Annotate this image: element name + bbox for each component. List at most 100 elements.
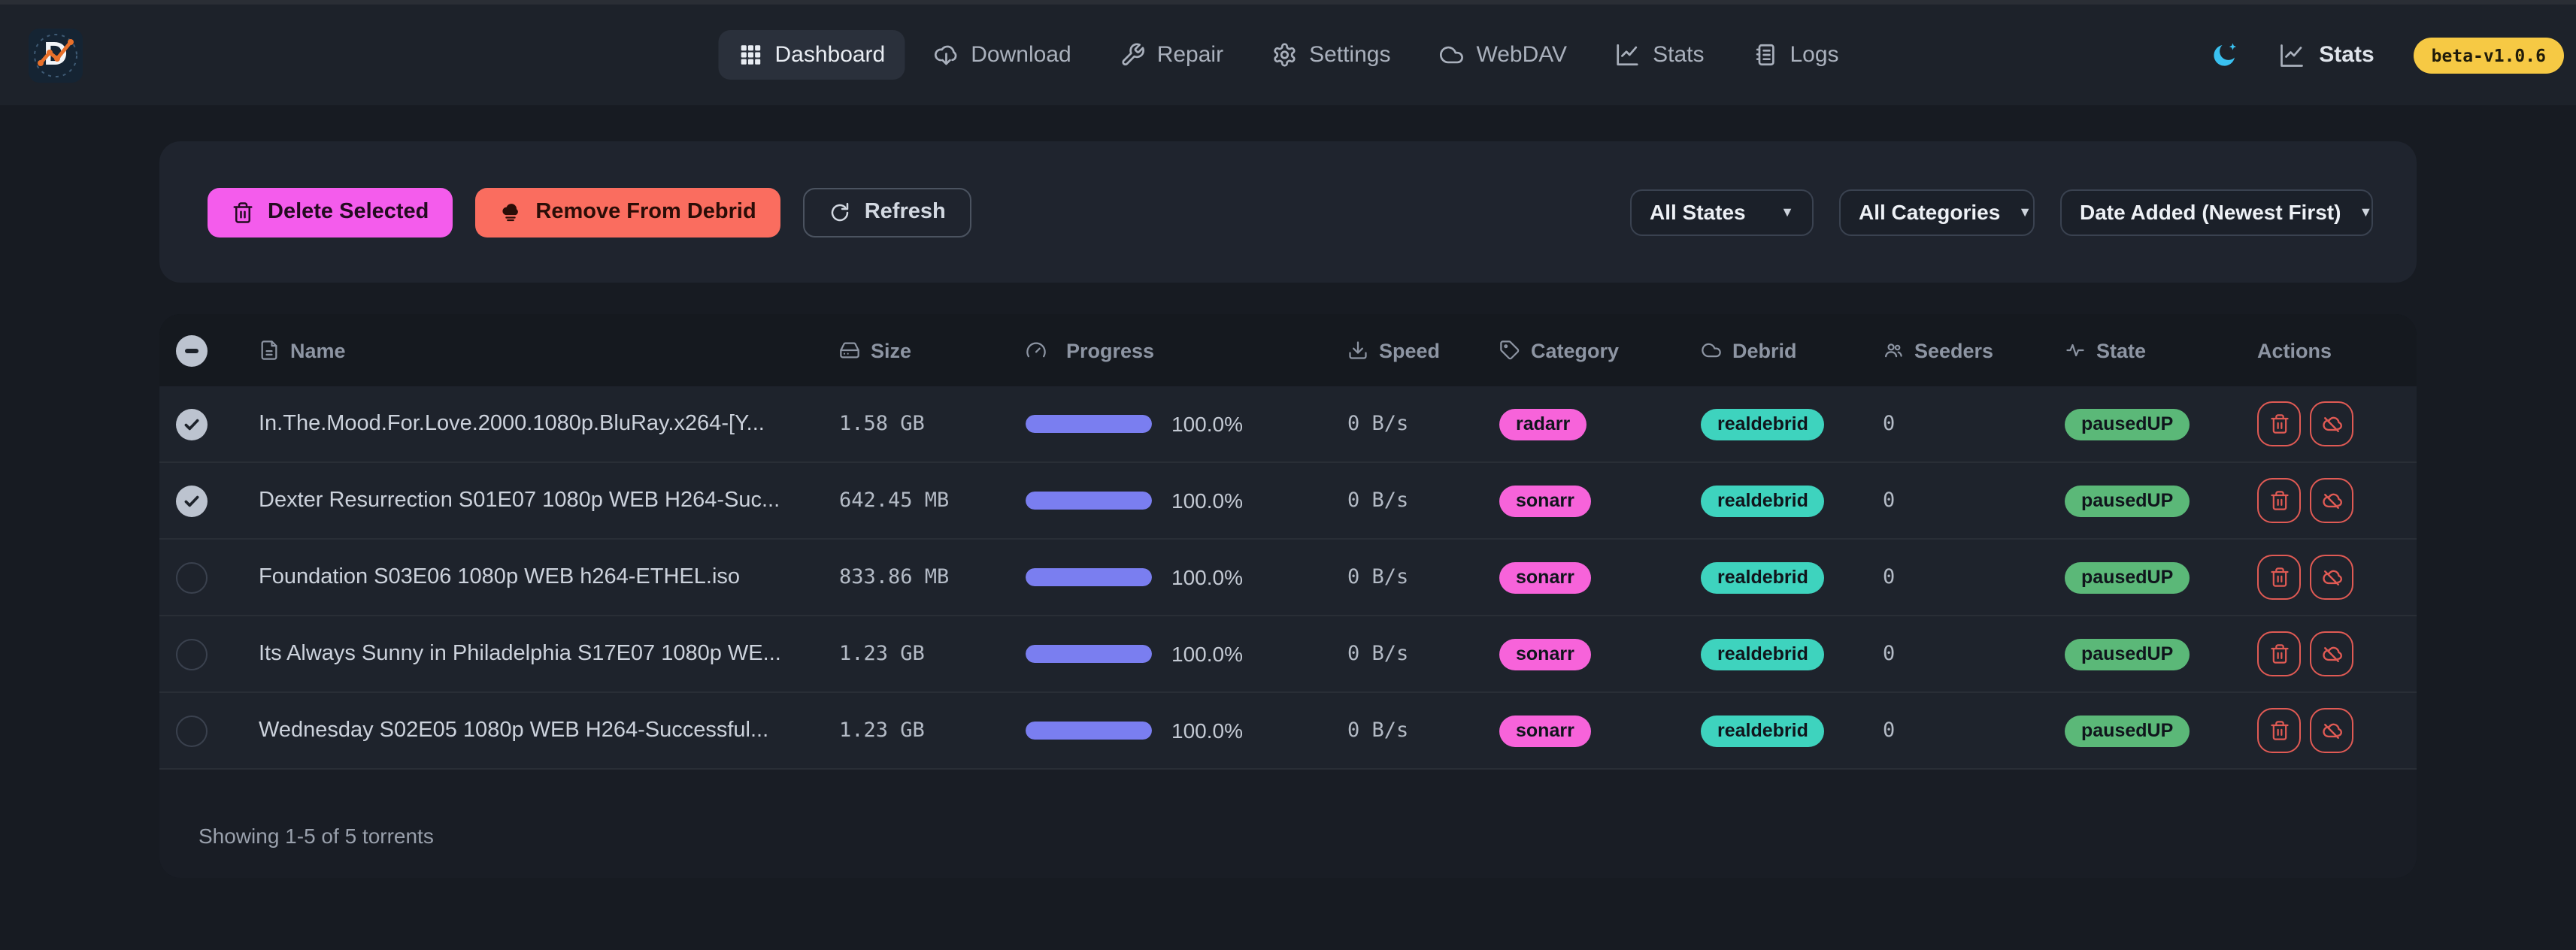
torrent-seeders: 0 <box>1866 412 2047 436</box>
torrent-size: 1.23 GB <box>821 719 1002 743</box>
progress-percent: 100.0% <box>1171 642 1243 666</box>
column-header-debrid: Debrid <box>1678 339 1866 362</box>
nav-item-label: Dashboard <box>774 42 885 68</box>
chevron-down-icon: ▼ <box>2359 204 2372 219</box>
delete-selected-button[interactable]: Delete Selected <box>208 187 453 237</box>
progress-percent: 100.0% <box>1171 565 1243 589</box>
state-filter-select[interactable]: All States ▼ <box>1630 189 1814 235</box>
line-chart-icon <box>1615 42 1641 68</box>
table-row: Dexter Resurrection S01E07 1080p WEB H26… <box>159 463 2417 540</box>
nav-item-download[interactable]: Download <box>914 30 1090 80</box>
trash-icon <box>232 201 254 223</box>
nav-item-dashboard[interactable]: Dashboard <box>717 30 905 80</box>
delete-torrent-button[interactable] <box>2257 555 2301 600</box>
trash-icon <box>2268 413 2290 434</box>
column-header-category: Category <box>1483 339 1678 362</box>
app-header: D Dashboard Download <box>0 5 2576 105</box>
remove-from-debrid-row-button[interactable] <box>2310 555 2353 600</box>
table-footer: Showing 1-5 of 5 torrents <box>159 770 2417 878</box>
nav-item-label: Repair <box>1157 42 1223 68</box>
nav-item-label: Logs <box>1790 42 1838 68</box>
torrent-progress: 100.0% <box>1002 642 1317 666</box>
gauge-icon <box>1026 340 1047 361</box>
remove-from-debrid-button[interactable]: Remove From Debrid <box>475 187 780 237</box>
cloud-icon <box>1438 42 1464 68</box>
torrent-size: 1.23 GB <box>821 642 1002 666</box>
nav-item-webdav[interactable]: WebDAV <box>1419 30 1587 80</box>
header-right: Stats beta-v1.0.6 <box>2211 37 2564 73</box>
nav-item-settings[interactable]: Settings <box>1252 30 1410 80</box>
delete-torrent-button[interactable] <box>2257 401 2301 446</box>
delete-torrent-button[interactable] <box>2257 631 2301 676</box>
column-header-name: Name <box>232 339 821 362</box>
torrent-name: Wednesday S02E05 1080p WEB H264-Successf… <box>259 719 768 743</box>
row-checkbox[interactable] <box>176 408 208 440</box>
main-nav: Dashboard Download Repair Settings <box>717 30 1858 80</box>
remove-from-debrid-row-button[interactable] <box>2310 631 2353 676</box>
header-stats-link[interactable]: Stats <box>2278 41 2374 68</box>
table-row: Foundation S03E06 1080p WEB h264-ETHEL.i… <box>159 540 2417 616</box>
row-checkbox[interactable] <box>176 638 208 670</box>
nav-item-label: WebDAV <box>1476 42 1567 68</box>
version-badge: beta-v1.0.6 <box>2414 37 2564 73</box>
nav-item-label: Settings <box>1309 42 1390 68</box>
select-all-checkbox[interactable] <box>176 334 208 366</box>
category-filter-select[interactable]: All Categories ▼ <box>1839 189 2035 235</box>
torrent-speed: 0 B/s <box>1317 489 1483 513</box>
row-checkbox[interactable] <box>176 485 208 516</box>
delete-torrent-button[interactable] <box>2257 478 2301 523</box>
torrent-seeders: 0 <box>1866 565 2047 589</box>
torrent-name: In.The.Mood.For.Love.2000.1080p.BluRay.x… <box>259 412 765 436</box>
refresh-button[interactable]: Refresh <box>803 187 971 237</box>
row-checkbox[interactable] <box>176 715 208 746</box>
moon-icon <box>2211 41 2239 69</box>
row-checkbox[interactable] <box>176 561 208 593</box>
table-header-row: Name Size Progress Speed <box>159 314 2417 386</box>
cloud-download-icon <box>933 42 959 68</box>
torrent-progress: 100.0% <box>1002 489 1317 513</box>
activity-icon <box>2065 340 2086 361</box>
logo-chart-icon <box>29 28 83 82</box>
header-stats-label: Stats <box>2319 42 2374 68</box>
filters: All States ▼ All Categories ▼ Date Added… <box>1630 189 2373 235</box>
torrent-progress: 100.0% <box>1002 412 1317 436</box>
torrent-size: 833.86 MB <box>821 565 1002 589</box>
progress-percent: 100.0% <box>1171 489 1243 513</box>
torrent-seeders: 0 <box>1866 489 2047 513</box>
delete-torrent-button[interactable] <box>2257 708 2301 753</box>
nav-item-label: Stats <box>1653 42 1704 68</box>
state-badge: pausedUP <box>2065 638 2190 670</box>
remove-from-debrid-row-button[interactable] <box>2310 708 2353 753</box>
app-screen: D Dashboard Download <box>0 0 2576 950</box>
cloud-slash-icon <box>2320 489 2343 512</box>
people-icon <box>1883 340 1904 361</box>
table-footer-text: Showing 1-5 of 5 torrents <box>199 824 434 848</box>
remove-from-debrid-label: Remove From Debrid <box>535 200 756 224</box>
nav-item-logs[interactable]: Logs <box>1732 30 1858 80</box>
delete-selected-label: Delete Selected <box>268 200 429 224</box>
category-badge: sonarr <box>1499 715 1591 746</box>
app-logo[interactable]: D <box>29 28 83 82</box>
tag-icon <box>1499 340 1520 361</box>
progress-bar <box>1026 415 1152 433</box>
nav-item-stats[interactable]: Stats <box>1596 30 1723 80</box>
download-icon <box>1347 340 1368 361</box>
torrent-name: Its Always Sunny in Philadelphia S17E07 … <box>259 642 781 666</box>
debrid-badge: realdebrid <box>1701 408 1825 440</box>
torrent-size: 642.45 MB <box>821 489 1002 513</box>
trash-icon <box>2268 643 2290 664</box>
grid-icon <box>737 42 762 68</box>
column-header-size: Size <box>821 339 1002 362</box>
refresh-icon <box>829 201 851 223</box>
torrent-name: Dexter Resurrection S01E07 1080p WEB H26… <box>259 489 780 513</box>
toolbar-card: Delete Selected Remove From Debrid Refre… <box>159 141 2417 283</box>
nav-item-repair[interactable]: Repair <box>1100 30 1243 80</box>
torrent-seeders: 0 <box>1866 642 2047 666</box>
remove-from-debrid-row-button[interactable] <box>2310 478 2353 523</box>
remove-from-debrid-row-button[interactable] <box>2310 401 2353 446</box>
column-header-seeders: Seeders <box>1866 339 2047 362</box>
progress-bar <box>1026 722 1152 740</box>
theme-toggle-button[interactable] <box>2211 41 2239 69</box>
torrent-speed: 0 B/s <box>1317 412 1483 436</box>
sort-select[interactable]: Date Added (Newest First) ▼ <box>2060 189 2373 235</box>
